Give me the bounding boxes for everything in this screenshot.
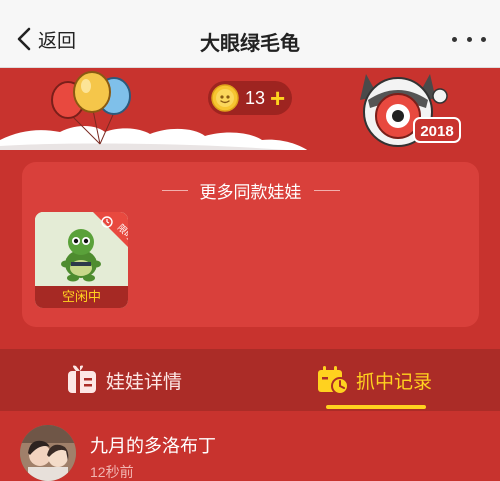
more-dolls-header: 更多同款娃娃 <box>22 178 479 203</box>
list-item[interactable]: 九月的多洛布丁 12秒前 <box>0 411 500 481</box>
add-coins-icon: + <box>270 83 286 113</box>
avatar <box>20 425 76 481</box>
more-dolls-card: 更多同款娃娃 限时抢 空闲中 <box>22 162 479 327</box>
record-time: 12秒前 <box>90 464 134 480</box>
more-dot-icon <box>452 36 457 42</box>
clouds-decoration <box>0 126 308 150</box>
turtle-plush-image: 限时抢 <box>35 212 128 286</box>
status-bar <box>0 0 500 10</box>
nav-bar: 返回 大眼绿毛龟 <box>0 10 500 68</box>
more-options-button[interactable] <box>452 24 486 54</box>
more-dot-icon <box>481 36 486 42</box>
gift-box-icon <box>68 365 96 393</box>
tab-catch-records-label: 抓中记录 <box>356 371 433 393</box>
page-title: 大眼绿毛龟 <box>200 33 300 55</box>
more-dot-icon <box>466 36 472 42</box>
tab-catch-records[interactable]: 抓中记录 <box>316 349 432 411</box>
record-user-name: 九月的多洛布丁 <box>90 436 216 456</box>
tab-doll-details-label: 娃娃详情 <box>106 371 183 393</box>
divider <box>313 190 340 191</box>
doll-status-label: 空闲中 <box>35 286 128 308</box>
coin-icon <box>211 84 239 112</box>
tab-bar: 娃娃详情 抓中记录 <box>0 349 500 411</box>
active-tab-indicator <box>326 405 426 409</box>
coin-count: 13 <box>245 87 266 108</box>
banner: 13 + 2018 <box>0 68 500 150</box>
doll-item[interactable]: 限时抢 空闲中 <box>35 212 128 308</box>
more-dolls-title: 更多同款娃娃 <box>199 183 302 202</box>
coin-balance-button[interactable]: 13 + <box>208 81 292 115</box>
dog-mascot-icon: 2018 <box>360 74 461 147</box>
calendar-clock-icon <box>318 366 349 395</box>
mascot-year-text: 2018 <box>420 123 453 140</box>
balloons-decoration <box>51 71 131 145</box>
tab-doll-details[interactable]: 娃娃详情 <box>66 349 182 411</box>
divider <box>161 190 188 191</box>
catch-records-list: 九月的多洛布丁 12秒前 <box>0 411 500 481</box>
